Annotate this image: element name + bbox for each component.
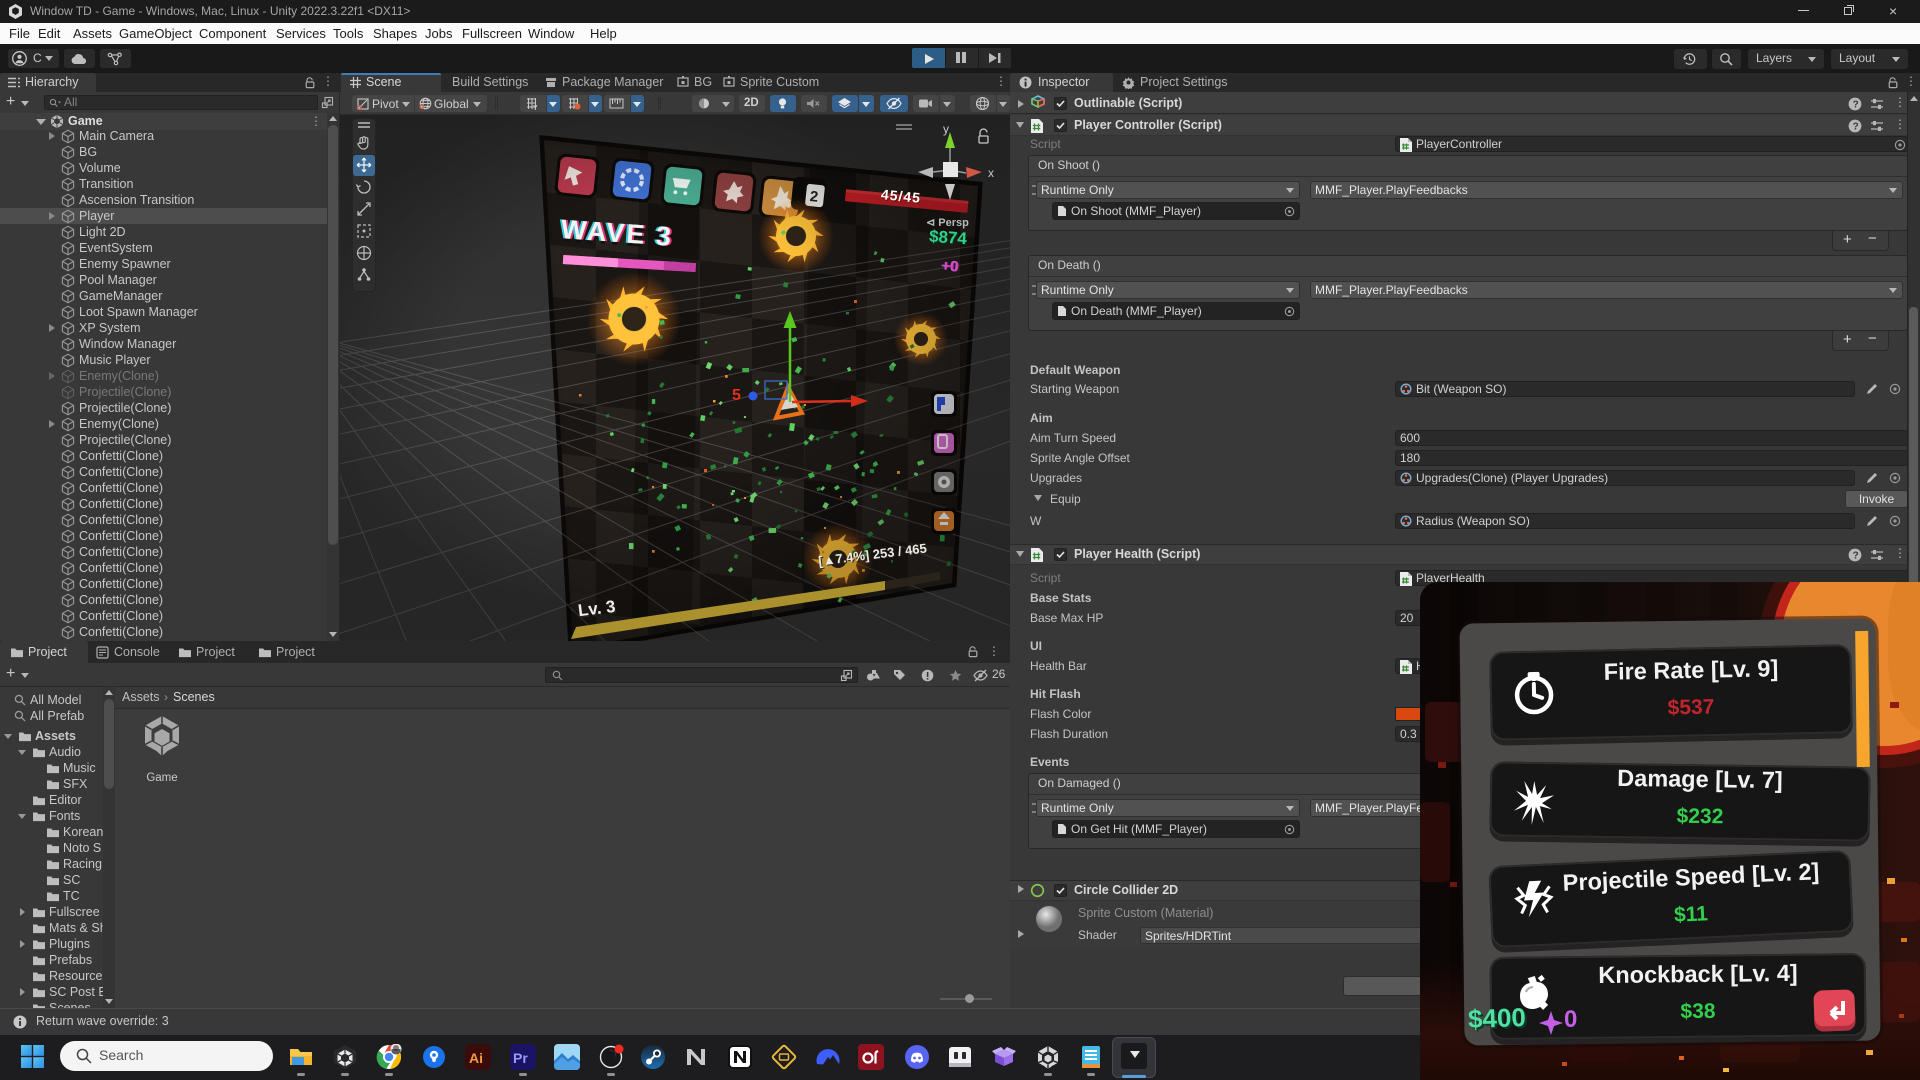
svg-text:x: x bbox=[988, 166, 994, 180]
svg-text:Y: Y bbox=[533, 105, 538, 111]
svg-text:?: ? bbox=[1853, 121, 1859, 132]
svg-text:Pr: Pr bbox=[513, 1050, 528, 1066]
svg-text:?: ? bbox=[1853, 550, 1859, 561]
svg-text:?: ? bbox=[1853, 99, 1859, 110]
svg-text:Ai: Ai bbox=[469, 1050, 483, 1066]
svg-text:y: y bbox=[943, 122, 949, 136]
